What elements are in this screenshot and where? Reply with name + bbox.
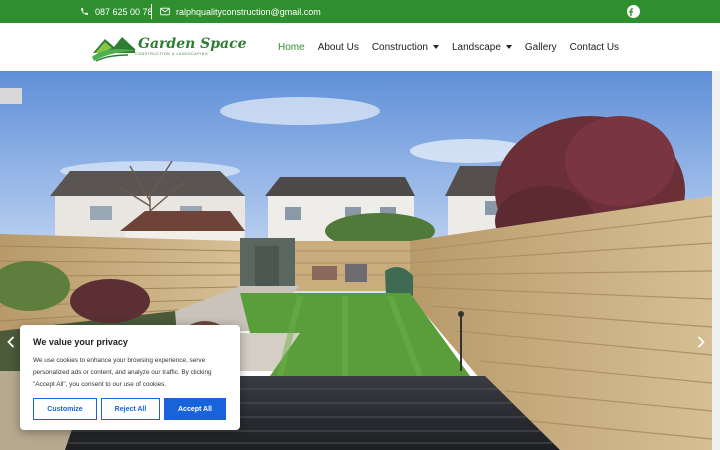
site-logo[interactable]: Garden Space CONSTRUCTION & LANDSCAPING (92, 31, 247, 63)
logo-name: Garden Space (138, 36, 247, 52)
email-address[interactable]: ralphqualityconstruction@gmail.com (176, 7, 321, 17)
cookie-consent-banner: We value your privacy We use cookies to … (20, 325, 240, 430)
nav-gallery-label: Gallery (524, 41, 557, 53)
nav-home-label: Home (278, 41, 305, 53)
logo-mark-icon (92, 37, 136, 62)
phone-contact[interactable]: 087 625 00 78 (80, 0, 153, 23)
caret-down-icon (432, 45, 439, 49)
nav-construction[interactable]: Construction (372, 42, 439, 53)
chevron-left-icon (7, 336, 15, 348)
nav-home[interactable]: Home (278, 42, 305, 53)
top-contact-bar: 087 625 00 78 ralphqualityconstruction@g… (0, 0, 720, 23)
phone-icon (81, 8, 88, 15)
logo-tagline: CONSTRUCTION & LANDSCAPING (135, 52, 209, 56)
page-scrollbar[interactable] (712, 71, 720, 450)
phone-number[interactable]: 087 625 00 78 (95, 7, 153, 17)
nav-gallery[interactable]: Gallery (525, 42, 557, 53)
nav-contact-us[interactable]: Contact Us (570, 42, 619, 53)
topbar-divider (151, 4, 152, 19)
email-contact[interactable]: ralphqualityconstruction@gmail.com (160, 0, 321, 23)
site-header: Garden Space CONSTRUCTION & LANDSCAPING … (0, 23, 720, 71)
caret-down-icon (505, 45, 512, 49)
nav-about-us-label: About Us (317, 41, 359, 53)
slider-prev-button[interactable] (5, 334, 17, 350)
nav-construction-label: Construction (371, 41, 428, 53)
cookie-text: We use cookies to enhance your browsing … (33, 357, 212, 388)
accept-all-button[interactable]: Accept All (164, 398, 226, 420)
envelope-icon (160, 7, 170, 16)
chevron-right-icon (697, 336, 705, 348)
main-nav: Home About Us Construction Landscape Gal… (278, 23, 632, 71)
nav-about-us[interactable]: About Us (318, 42, 359, 53)
nav-landscape[interactable]: Landscape (452, 42, 512, 53)
reject-all-button[interactable]: Reject All (101, 398, 160, 420)
cookie-title: We value your privacy (33, 337, 128, 347)
slider-next-button[interactable] (695, 334, 707, 350)
nav-landscape-label: Landscape (451, 41, 501, 53)
facebook-icon[interactable] (627, 5, 640, 18)
nav-contact-us-label: Contact Us (569, 41, 620, 53)
cookie-buttons: Customize Reject All Accept All (33, 398, 230, 420)
customize-button[interactable]: Customize (33, 398, 97, 420)
